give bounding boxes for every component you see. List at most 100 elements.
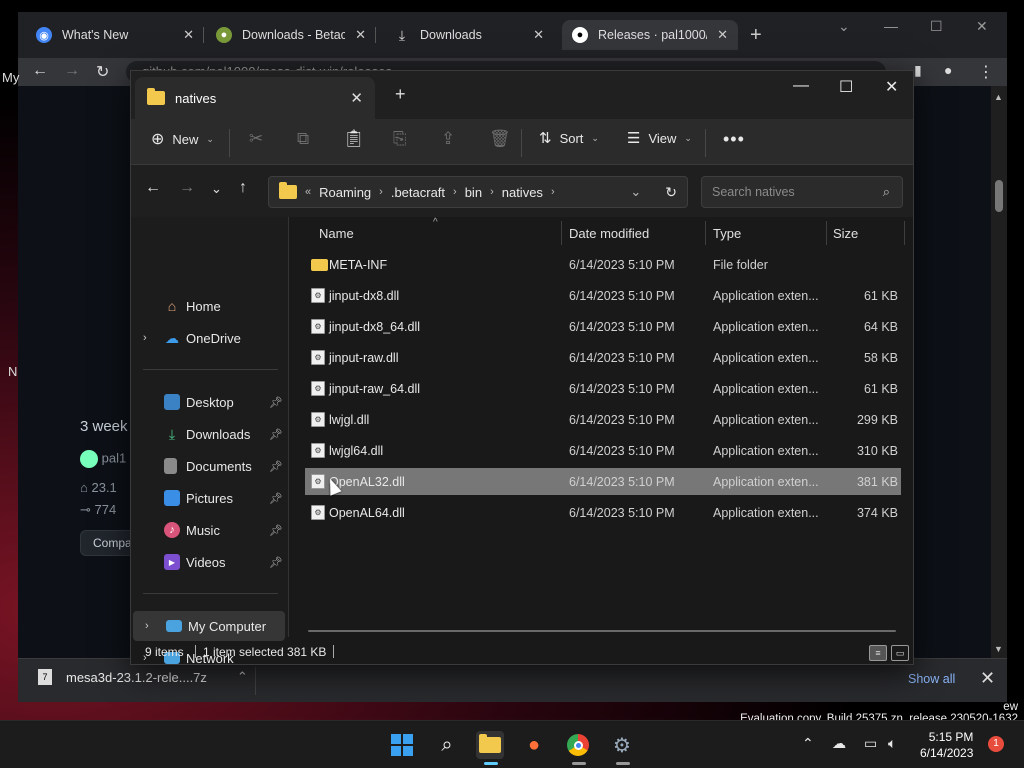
browser-tab-releases[interactable]: ● Releases · pal1000/m ✕ <box>562 20 738 50</box>
chevron-right-icon[interactable]: › <box>453 186 457 198</box>
new-button[interactable]: ⊕ New ⌄ <box>151 129 214 149</box>
file-row[interactable]: META-INF 6/14/2023 5:10 PM File folder <box>305 251 901 278</box>
breadcrumb-roaming[interactable]: Roaming <box>319 185 371 200</box>
file-explorer-taskbar-icon[interactable] <box>476 731 504 765</box>
close-tab-icon[interactable]: ✕ <box>717 27 728 43</box>
sidebar-icon[interactable]: ▮ <box>914 62 922 79</box>
pin-icon[interactable]: 📌︎ <box>269 492 283 505</box>
chevron-right-icon[interactable]: › <box>490 186 494 198</box>
delete-icon[interactable]: 🗑︎ <box>489 129 511 149</box>
new-tab-icon[interactable]: + <box>750 24 762 47</box>
new-tab-icon[interactable]: + <box>395 84 406 105</box>
refresh-icon[interactable]: ↻ <box>665 184 677 201</box>
chevron-right-icon[interactable]: › <box>145 620 149 632</box>
nav-item-videos[interactable]: ▶ Videos 📌︎ <box>131 547 285 577</box>
close-tab-icon[interactable]: ✕ <box>533 27 544 43</box>
forward-icon[interactable]: → <box>179 179 195 197</box>
pin-icon[interactable]: 📌︎ <box>269 460 283 473</box>
back-icon[interactable]: ← <box>32 62 48 80</box>
nav-item-downloads[interactable]: ⤓ Downloads 📌︎ <box>131 419 285 449</box>
column-header-size[interactable]: Size <box>821 221 901 245</box>
address-breadcrumb[interactable]: « Roaming › .betacraft › bin › natives ›… <box>268 176 688 208</box>
breadcrumb-betacraft[interactable]: .betacraft <box>391 185 445 200</box>
view-button[interactable]: ☰ View ⌄ <box>627 129 692 147</box>
scroll-thumb[interactable] <box>995 180 1003 212</box>
start-button[interactable] <box>388 731 416 759</box>
chevron-right-icon[interactable]: › <box>551 186 555 198</box>
browser-tab-whats-new[interactable]: ◉ What's New ✕ <box>26 20 204 50</box>
share-icon[interactable]: ⇪ <box>441 129 455 149</box>
copy-icon[interactable]: ⧉ <box>297 129 309 149</box>
recent-locations-icon[interactable]: ⌄ <box>211 181 222 197</box>
notification-badge[interactable]: 1 <box>988 736 1004 752</box>
firefox-icon[interactable]: ● <box>520 731 548 759</box>
show-all-link[interactable]: Show all <box>908 672 955 686</box>
forward-icon[interactable]: → <box>64 62 80 80</box>
nav-item-home[interactable]: ⌂ Home <box>131 291 285 321</box>
release-commit[interactable]: ⊸ 774 <box>80 502 116 518</box>
chrome-taskbar-icon[interactable] <box>564 731 592 765</box>
chevron-right-icon[interactable]: › <box>143 332 147 344</box>
settings-icon[interactable]: ⚙ <box>608 731 636 765</box>
horizontal-scrollbar[interactable] <box>308 630 896 632</box>
close-window-icon[interactable]: ✕ <box>976 18 988 35</box>
breadcrumb-bin[interactable]: bin <box>465 185 482 200</box>
onedrive-tray-icon[interactable]: ☁ <box>832 735 846 752</box>
profile-icon[interactable]: ● <box>944 62 952 78</box>
maximize-icon[interactable]: ☐ <box>839 77 853 97</box>
file-row[interactable]: ⚙ OpenAL32.dll 6/14/2023 5:10 PM Applicatio… <box>305 468 901 495</box>
search-icon[interactable]: ⌕ <box>433 731 461 759</box>
pin-icon[interactable]: 📌︎ <box>269 524 283 537</box>
nav-item-documents[interactable]: Documents 📌︎ <box>131 451 285 481</box>
details-view-icon[interactable]: ≡ <box>869 645 887 661</box>
nav-item-desktop[interactable]: Desktop 📌︎ <box>131 387 285 417</box>
page-scrollbar[interactable]: ▲ ▼ <box>991 86 1007 658</box>
minimize-icon[interactable]: — <box>793 77 809 95</box>
column-header-name[interactable]: Name <box>307 221 559 245</box>
close-tab-icon[interactable]: ✕ <box>355 27 366 43</box>
reload-icon[interactable]: ↻ <box>96 62 109 82</box>
column-header-type[interactable]: Type <box>701 221 817 245</box>
scroll-up-icon[interactable]: ▲ <box>994 92 1003 102</box>
sort-button[interactable]: ⇅ Sort ⌄ <box>539 129 599 147</box>
search-input[interactable]: Search natives ⌕ <box>701 176 903 208</box>
pin-icon[interactable]: 📌︎ <box>269 428 283 441</box>
file-row[interactable]: ⚙ lwjgl64.dll 6/14/2023 5:10 PM Application… <box>305 437 901 464</box>
clock[interactable]: 5:15 PM 6/14/2023 <box>920 729 973 761</box>
volume-icon[interactable]: 🔈︎ <box>888 735 896 752</box>
file-row[interactable]: ⚙ jinput-raw_64.dll 6/14/2023 5:10 PM Appli… <box>305 375 901 402</box>
tab-search-icon[interactable]: ⌄ <box>838 18 850 35</box>
close-tab-icon[interactable]: ✕ <box>183 27 194 43</box>
browser-tab-downloads[interactable]: ⤓ Downloads ✕ <box>384 20 554 50</box>
chevron-right-icon[interactable]: › <box>379 186 383 198</box>
minimize-icon[interactable]: — <box>884 18 898 34</box>
network-tray-icon[interactable]: ▭ <box>864 735 877 752</box>
close-tab-icon[interactable]: ✕ <box>350 89 363 107</box>
chevron-down-icon[interactable]: ⌄ <box>630 184 641 200</box>
column-header-date[interactable]: Date modified <box>557 221 699 245</box>
breadcrumb-natives[interactable]: natives <box>502 185 543 200</box>
explorer-tab[interactable]: natives ✕ <box>135 77 375 119</box>
file-row[interactable]: ⚙ jinput-dx8_64.dll 6/14/2023 5:10 PM Appli… <box>305 313 901 340</box>
file-row[interactable]: ⚙ jinput-raw.dll 6/14/2023 5:10 PM Applicat… <box>305 344 901 371</box>
tiles-view-icon[interactable]: ▭ <box>891 645 909 661</box>
release-tag[interactable]: ⌂ 23.1 <box>80 480 117 495</box>
overflow-chevron[interactable]: « <box>305 186 311 198</box>
menu-icon[interactable]: ⋮ <box>978 62 994 82</box>
file-row[interactable]: ⚙ OpenAL64.dll 6/14/2023 5:10 PM Applicatio… <box>305 499 901 526</box>
file-row[interactable]: ⚙ lwjgl.dll 6/14/2023 5:10 PM Application e… <box>305 406 901 433</box>
more-options-icon[interactable]: ••• <box>723 129 745 150</box>
cut-icon[interactable]: ✂ <box>249 129 263 149</box>
maximize-icon[interactable]: ☐ <box>930 18 943 35</box>
nav-item-onedrive[interactable]: › ☁ OneDrive <box>131 323 285 353</box>
close-window-icon[interactable]: ✕ <box>885 77 898 97</box>
scroll-down-icon[interactable]: ▼ <box>994 644 1003 654</box>
browser-tab-betacraft[interactable]: ● Downloads - Betacraft ✕ <box>206 20 376 50</box>
close-download-bar-icon[interactable]: ✕ <box>980 668 995 689</box>
file-row[interactable]: ⚙ jinput-dx8.dll 6/14/2023 5:10 PM Applicat… <box>305 282 901 309</box>
paste-icon[interactable]: 📋︎ <box>343 129 365 149</box>
up-icon[interactable]: ↑ <box>239 179 247 197</box>
nav-item-music[interactable]: ♪ Music 📌︎ <box>131 515 285 545</box>
nav-item-pictures[interactable]: Pictures 📌︎ <box>131 483 285 513</box>
pin-icon[interactable]: 📌︎ <box>269 556 283 569</box>
